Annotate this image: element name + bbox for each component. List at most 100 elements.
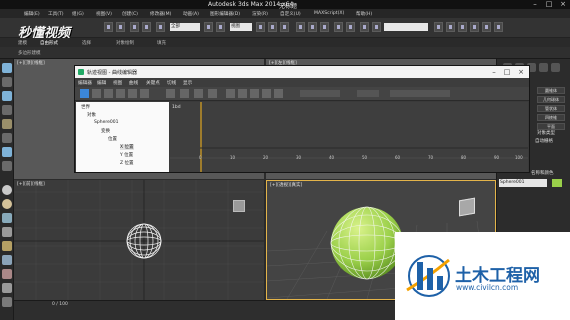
tool-icon-5[interactable]	[2, 119, 12, 129]
pyramid-tool-icon[interactable]	[2, 269, 12, 279]
angle-snap-icon[interactable]	[308, 22, 317, 32]
layer-icon[interactable]	[360, 22, 369, 32]
scale-keys-icon[interactable]	[116, 89, 125, 98]
render-setup-icon[interactable]	[470, 22, 479, 32]
autogrid-label[interactable]: 自动栅格	[535, 138, 553, 144]
render-icon[interactable]	[494, 22, 503, 32]
menu-tools[interactable]: 工具(T)	[48, 11, 64, 17]
link-icon[interactable]	[130, 22, 139, 32]
ribbon-tab-modeling[interactable]: 建模	[18, 40, 27, 46]
tree-z-position[interactable]: Z 位置	[120, 160, 134, 166]
ce-menu-tangents[interactable]: 切线	[167, 80, 176, 86]
tool-icon-3[interactable]	[2, 91, 12, 101]
cone-button[interactable]: 圆锥体	[537, 87, 565, 94]
torus-tool-icon[interactable]	[2, 199, 12, 209]
menu-view[interactable]: 视图(V)	[96, 11, 112, 17]
snap-icon[interactable]	[296, 22, 305, 32]
maximize-icon[interactable]: □	[542, 0, 556, 9]
pyramid-button[interactable]: 四棱锥	[537, 114, 565, 121]
percent-snap-icon[interactable]	[320, 22, 329, 32]
move-icon[interactable]	[256, 22, 265, 32]
rotate-icon[interactable]	[268, 22, 277, 32]
add-keys-icon[interactable]	[140, 89, 149, 98]
material-editor-icon[interactable]	[458, 22, 467, 32]
tangent-slow-icon[interactable]	[262, 89, 271, 98]
menu-animation[interactable]: 动画(A)	[183, 11, 199, 17]
menu-maxscript[interactable]: MAXScript(X)	[314, 11, 344, 16]
tree-transform[interactable]: 变换	[101, 128, 110, 134]
object-color-swatch[interactable]	[552, 179, 562, 187]
menu-help[interactable]: 帮助(H)	[356, 11, 372, 17]
menu-graph-editors[interactable]: 图形编辑器(D)	[210, 11, 240, 17]
tool-icon-8[interactable]	[2, 161, 12, 171]
select-by-name-icon[interactable]	[216, 22, 225, 32]
align-icon[interactable]	[346, 22, 355, 32]
zoom-extents-icon[interactable]	[180, 89, 189, 98]
zoom-icon[interactable]	[194, 89, 203, 98]
ce-minimize-icon[interactable]: –	[487, 66, 501, 78]
curve-tools-box[interactable]	[357, 90, 379, 97]
box-tool-icon[interactable]	[2, 255, 12, 265]
tangent-fast-icon[interactable]	[250, 89, 259, 98]
tube-button[interactable]: 管状体	[537, 105, 565, 112]
menu-modifiers[interactable]: 修改器(M)	[150, 11, 171, 17]
unlink-icon[interactable]	[142, 22, 151, 32]
tool-icon-6[interactable]	[2, 133, 12, 143]
ce-menu-keys[interactable]: 关键点	[146, 80, 160, 86]
ribbon-tab-object-paint[interactable]: 对象绘制	[116, 40, 134, 46]
curve-editor-titlebar[interactable]: 轨迹视图 - 曲线编辑器 – □ ×	[75, 66, 529, 78]
tree-y-position[interactable]: Y 位置	[120, 152, 133, 158]
display-tab-icon[interactable]	[551, 63, 560, 72]
tool-icon-1[interactable]	[2, 63, 12, 73]
motion-tab-icon[interactable]	[539, 63, 548, 72]
schematic-view-icon[interactable]	[446, 22, 455, 32]
tube-tool-icon[interactable]	[2, 297, 12, 307]
mirror-icon[interactable]	[334, 22, 343, 32]
ce-menu-edit[interactable]: 编辑	[97, 80, 106, 86]
close-icon[interactable]: ×	[556, 0, 570, 9]
ce-menu-curves[interactable]: 曲线	[129, 80, 138, 86]
cone-tool-icon[interactable]	[2, 227, 12, 237]
select-object-icon[interactable]	[204, 22, 213, 32]
front-sphere-wire[interactable]	[124, 221, 164, 261]
plane-tool-icon[interactable]	[2, 283, 12, 293]
cylinder-tool-icon[interactable]	[2, 213, 12, 223]
render-frame-icon[interactable]	[482, 22, 491, 32]
ce-close-icon[interactable]: ×	[514, 66, 528, 78]
tree-position[interactable]: 位置	[108, 136, 117, 142]
tree-sphere001[interactable]: Sphere001	[94, 120, 118, 125]
move-keys-icon[interactable]	[92, 89, 101, 98]
viewport-front[interactable]: [+][前][线框]	[14, 180, 264, 300]
tool-icon-7[interactable]	[2, 147, 12, 157]
ribbon-tab-freeform[interactable]: 自由形式	[40, 40, 58, 46]
menu-create[interactable]: 创建(C)	[122, 11, 138, 17]
menu-rendering[interactable]: 渲染(R)	[252, 11, 268, 17]
undo-icon[interactable]	[104, 22, 113, 32]
graphite-icon[interactable]	[372, 22, 381, 32]
plane-button[interactable]: 平面	[537, 123, 565, 130]
tangent-step-icon[interactable]	[274, 89, 283, 98]
ribbon-tab-selection[interactable]: 选择	[82, 40, 91, 46]
reference-coordinate-dropdown[interactable]: 视图	[230, 23, 252, 31]
ribbon-polygon-modeling[interactable]: 多边形建模	[18, 50, 41, 56]
object-name-field[interactable]: Sphere001	[499, 179, 547, 187]
ce-maximize-icon[interactable]: □	[500, 66, 514, 78]
scale-icon[interactable]	[280, 22, 289, 32]
tree-x-position[interactable]: X 位置	[120, 144, 134, 150]
tree-world[interactable]: 世界	[81, 104, 90, 110]
viewcube-icon[interactable]	[459, 197, 475, 217]
redo-icon[interactable]	[116, 22, 125, 32]
viewport-top-label[interactable]: [+][顶][线框]	[17, 60, 45, 66]
zoom-region-icon[interactable]	[208, 89, 217, 98]
ce-menu-view[interactable]: 视图	[113, 80, 122, 86]
named-selection-dropdown[interactable]	[384, 23, 428, 31]
sphere-shaded[interactable]	[329, 205, 405, 281]
curve-editor-icon[interactable]	[434, 22, 443, 32]
menu-customize[interactable]: 自定义(U)	[280, 11, 301, 17]
sphere-tool-icon[interactable]	[2, 185, 12, 195]
minimize-icon[interactable]: –	[528, 0, 542, 9]
menu-edit[interactable]: 编辑(E)	[24, 11, 40, 17]
filters-icon[interactable]	[80, 89, 89, 98]
key-stats-box[interactable]	[300, 90, 340, 97]
viewcube-front-icon[interactable]	[233, 200, 245, 212]
